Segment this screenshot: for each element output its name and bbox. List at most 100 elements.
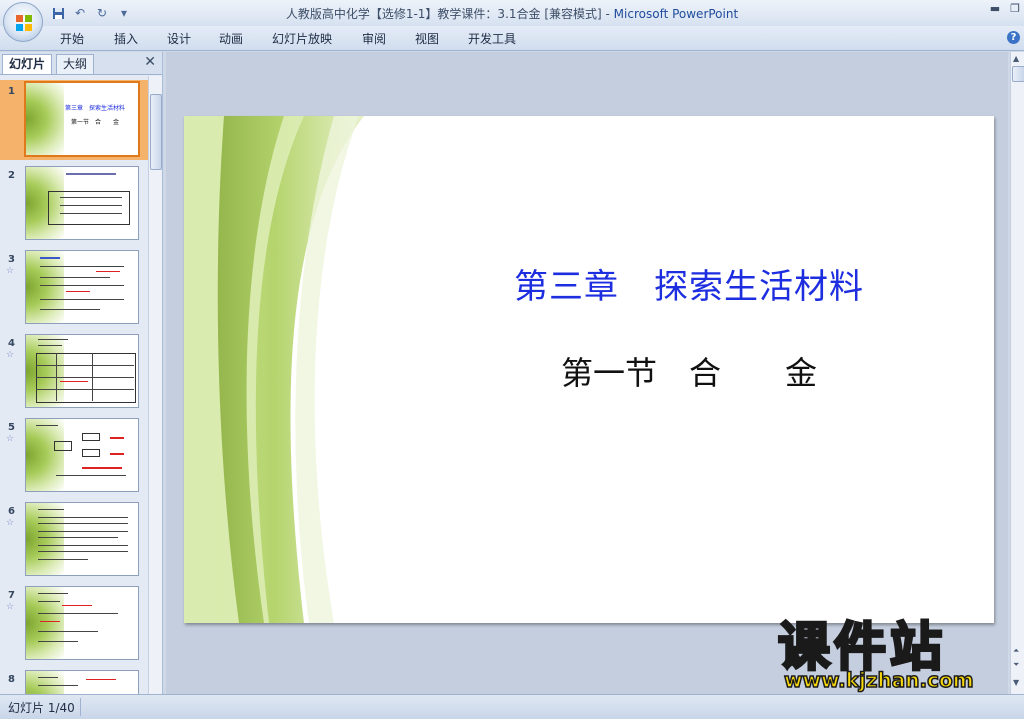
leaf-decoration xyxy=(26,503,65,575)
thumb-text-line xyxy=(56,475,126,476)
tab-animations[interactable]: 动画 xyxy=(219,30,243,47)
thumb-text-line xyxy=(62,605,92,606)
thumb-text-line xyxy=(40,277,110,278)
thumb-text-line xyxy=(56,353,57,401)
slide-thumbnail[interactable]: 4 ☆ xyxy=(0,332,148,412)
scrollbar-thumb[interactable] xyxy=(1012,66,1024,82)
thumb-text-line xyxy=(66,173,116,175)
title-bar: ↶ ↻ ▾ 人教版高中化学【选修1-1】教学课件：3.1合金 [兼容模式] - … xyxy=(0,0,1024,42)
slide-number: 5 xyxy=(8,422,15,433)
slide-preview xyxy=(25,250,139,324)
previous-slide-icon[interactable]: ⏶ xyxy=(1013,646,1019,656)
thumb-text-line xyxy=(38,601,60,602)
minimize-icon[interactable]: ▬ xyxy=(990,2,1000,15)
thumb-text-line xyxy=(38,345,62,346)
thumb-text-line xyxy=(38,531,128,532)
help-icon[interactable]: ? xyxy=(1007,31,1020,44)
slide-subtitle[interactable]: 第一节 合 金 xyxy=(384,348,994,394)
leaf-decoration xyxy=(26,587,65,659)
thumb-text-line xyxy=(38,509,64,510)
thumb-text-line xyxy=(60,213,122,214)
tab-slides[interactable]: 幻灯片 xyxy=(2,54,53,74)
leaf-decoration xyxy=(26,251,65,323)
animation-icon[interactable]: ☆ xyxy=(6,518,14,528)
slide-thumbnail[interactable]: 6 ☆ xyxy=(0,500,148,580)
thumb-text-line xyxy=(38,613,118,614)
close-icon[interactable]: ✕ xyxy=(144,54,156,70)
slide-preview xyxy=(25,166,139,240)
slide-number: 3 xyxy=(8,254,15,265)
thumb-text-line xyxy=(40,299,124,300)
slide-preview xyxy=(25,586,139,660)
slide-number: 2 xyxy=(8,170,15,181)
animation-icon[interactable]: ☆ xyxy=(6,602,14,612)
next-slide-icon[interactable]: ⏷ xyxy=(1013,660,1019,670)
thumb-text-line xyxy=(38,545,128,546)
thumb-diagram-box xyxy=(82,433,100,441)
slide-thumbnail[interactable]: 8 xyxy=(0,668,148,694)
leaf-decoration xyxy=(26,671,65,694)
slide-thumbnail[interactable]: 7 ☆ xyxy=(0,584,148,664)
restore-icon[interactable]: ❐ xyxy=(1010,2,1020,15)
animation-icon[interactable]: ☆ xyxy=(6,266,14,276)
thumb-text-line xyxy=(92,353,93,401)
slide-number: 7 xyxy=(8,590,15,601)
thumb-text-line xyxy=(60,197,122,198)
scroll-down-icon[interactable]: ▼ xyxy=(1013,678,1019,687)
office-button[interactable] xyxy=(3,2,43,42)
current-slide[interactable]: 第三章 探索生活材料 第一节 合 金 xyxy=(184,116,994,623)
scrollbar-thumb[interactable] xyxy=(150,94,162,170)
slide-counter: 幻灯片 1/40 xyxy=(8,701,75,715)
thumb-text-line xyxy=(38,685,78,686)
title-separator: - xyxy=(601,7,614,21)
watermark-url: www.kjzhan.com xyxy=(783,667,974,693)
thumb-text-line xyxy=(38,551,128,552)
tab-design[interactable]: 设计 xyxy=(167,30,191,47)
thumb-diagram-box xyxy=(82,449,100,457)
thumb-table xyxy=(36,353,136,403)
thumb-text-line xyxy=(110,453,124,455)
thumb-text-line xyxy=(38,523,128,524)
thumb-text-line xyxy=(38,559,88,560)
tab-outline[interactable]: 大纲 xyxy=(56,54,95,74)
thumb-text-line xyxy=(82,467,122,469)
animation-icon[interactable]: ☆ xyxy=(6,434,14,444)
slide-title[interactable]: 第三章 探索生活材料 xyxy=(384,259,994,308)
slide-preview: 第三章 探索生活材料 第一节 合 金 xyxy=(24,81,140,157)
thumb-title: 第三章 探索生活材料 xyxy=(64,105,125,112)
thumb-text-line xyxy=(38,537,118,538)
animation-icon[interactable]: ☆ xyxy=(6,350,14,360)
thumb-text-line xyxy=(60,205,122,206)
slide-thumbnail[interactable]: 2 xyxy=(0,164,148,244)
leaf-decoration xyxy=(26,419,65,491)
status-divider xyxy=(80,698,81,716)
ribbon-tabs: 开始 插入 设计 动画 幻灯片放映 审阅 视图 开发工具 ? xyxy=(0,26,1024,51)
slide-number: 4 xyxy=(8,338,15,349)
tab-home[interactable]: 开始 xyxy=(60,30,84,47)
thumb-diagram-box xyxy=(54,441,72,451)
thumb-text-line xyxy=(38,677,58,678)
thumb-text-line xyxy=(38,631,98,632)
tab-review[interactable]: 审阅 xyxy=(362,30,386,47)
slide-preview xyxy=(25,418,139,492)
scroll-up-icon[interactable]: ▲ xyxy=(1013,54,1019,63)
thumbnail-scrollbar[interactable] xyxy=(148,76,162,694)
slide-thumbnail[interactable]: 3 ☆ xyxy=(0,248,148,328)
editor-scrollbar[interactable]: ▲ ⏶ ⏷ ▼ xyxy=(1010,52,1024,694)
thumb-text-line xyxy=(110,437,124,439)
slide-thumbnail[interactable]: 5 ☆ xyxy=(0,416,148,496)
window-title: 人教版高中化学【选修1-1】教学课件：3.1合金 [兼容模式] - Micros… xyxy=(0,5,1024,22)
thumb-text-line xyxy=(60,381,88,382)
slide-preview xyxy=(25,670,139,694)
tab-insert[interactable]: 插入 xyxy=(114,30,138,47)
thumb-text-line xyxy=(66,291,90,292)
pane-tabs: 幻灯片 大纲 ✕ xyxy=(0,52,162,75)
tab-view[interactable]: 视图 xyxy=(415,30,439,47)
tab-slide-show[interactable]: 幻灯片放映 xyxy=(272,30,332,47)
slide-thumbnail[interactable]: 1 第三章 探索生活材料 第一节 合 金 xyxy=(0,80,148,160)
document-title: 人教版高中化学【选修1-1】教学课件：3.1合金 [兼容模式] xyxy=(285,7,602,21)
tab-developer[interactable]: 开发工具 xyxy=(468,30,516,47)
watermark-logo: 课件站 www.kjzhan.com xyxy=(776,619,1006,693)
thumb-text-line xyxy=(38,339,68,340)
slide-number: 8 xyxy=(8,674,15,685)
